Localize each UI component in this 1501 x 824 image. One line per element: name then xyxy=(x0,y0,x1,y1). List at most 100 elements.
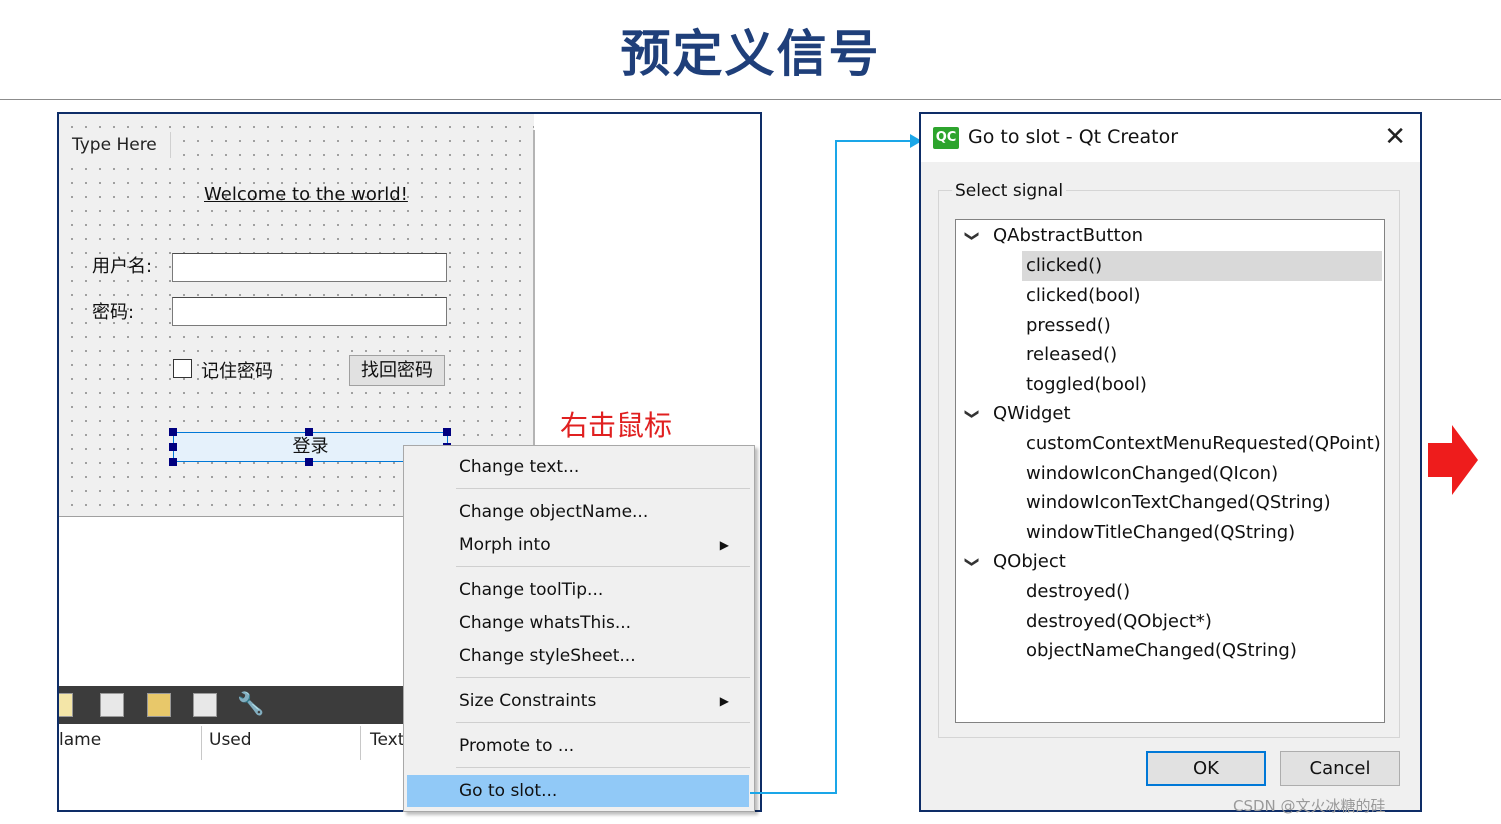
slide-title: 预定义信号 xyxy=(620,25,881,83)
password-label: 密码: xyxy=(92,302,135,323)
tree-item-signal[interactable]: toggled(bool) xyxy=(956,370,1382,400)
menu-item-label: Size Constraints xyxy=(459,691,597,711)
dialog-title: Go to slot - Qt Creator xyxy=(968,126,1179,148)
signal-label: windowTitleChanged(QString) xyxy=(1026,522,1296,543)
username-input[interactable] xyxy=(172,253,447,282)
welcome-label: Welcome to the world! xyxy=(204,184,408,205)
chevron-down-icon[interactable]: ❯ xyxy=(957,230,987,242)
connector-line xyxy=(835,140,837,794)
signal-label: pressed() xyxy=(1026,315,1111,336)
selection-handle[interactable] xyxy=(169,458,177,466)
context-menu: Change text... Change objectName... Morp… xyxy=(403,445,755,812)
selection-handle[interactable] xyxy=(443,428,451,436)
selection-handle[interactable] xyxy=(169,428,177,436)
menu-item-change-stylesheet[interactable]: Change styleSheet... xyxy=(407,640,749,672)
delete-icon[interactable] xyxy=(193,693,217,717)
menu-item-morph-into[interactable]: Morph into ▶ xyxy=(407,529,749,561)
selection-handle[interactable] xyxy=(305,428,313,436)
menu-item-change-whatsthis[interactable]: Change whatsThis... xyxy=(407,607,749,639)
remember-label: 记住密码 xyxy=(201,361,273,382)
go-to-slot-dialog: QC Go to slot - Qt Creator ✕ Select sign… xyxy=(919,112,1422,812)
signal-label: customContextMenuRequested(QPoint) xyxy=(1026,433,1381,454)
menu-item-label: Change whatsThis... xyxy=(459,613,632,633)
signal-tree[interactable]: ❯ QAbstractButton clicked() clicked(bool)… xyxy=(955,219,1385,723)
menu-item-promote-to[interactable]: Promote to ... xyxy=(407,730,749,762)
cancel-button[interactable]: Cancel xyxy=(1280,751,1400,786)
column-name[interactable]: lame xyxy=(59,730,101,750)
column-used[interactable]: Used xyxy=(209,730,252,750)
tree-item-signal[interactable]: pressed() xyxy=(956,311,1382,341)
tree-item-signal[interactable]: windowTitleChanged(QString) xyxy=(956,518,1382,548)
connector-line xyxy=(750,792,837,794)
menu-item-change-objectname[interactable]: Change objectName... xyxy=(407,496,749,528)
chevron-down-icon[interactable]: ❯ xyxy=(957,408,987,420)
signal-label: destroyed(QObject*) xyxy=(1026,611,1212,632)
signal-label: objectNameChanged(QString) xyxy=(1026,640,1297,661)
tree-item-signal[interactable]: objectNameChanged(QString) xyxy=(956,636,1382,666)
menu-separator xyxy=(456,677,750,678)
group-label: QObject xyxy=(993,551,1066,572)
password-input[interactable] xyxy=(172,297,447,326)
menu-separator xyxy=(456,488,750,489)
dialog-titlebar[interactable]: QC Go to slot - Qt Creator ✕ xyxy=(921,114,1420,162)
menu-item-label: Change toolTip... xyxy=(459,580,604,600)
menu-item-label: Promote to ... xyxy=(459,736,575,756)
signal-label: released() xyxy=(1026,344,1118,365)
qt-creator-icon: QC xyxy=(933,127,959,149)
watermark: CSDN @文火冰糖的硅 xyxy=(1233,797,1386,815)
tree-item-signal[interactable]: destroyed(QObject*) xyxy=(956,607,1382,637)
slide-divider xyxy=(0,99,1501,100)
menu-separator xyxy=(456,767,750,768)
tree-item-signal[interactable]: windowIconTextChanged(QString) xyxy=(956,488,1382,518)
menu-item-label: Change objectName... xyxy=(459,502,649,522)
tree-item-signal[interactable]: clicked(bool) xyxy=(956,281,1382,311)
signal-label: clicked() xyxy=(1026,255,1103,276)
tree-group-qobject[interactable]: ❯ QObject xyxy=(956,547,1382,577)
tree-group-qabstractbutton[interactable]: ❯ QAbstractButton xyxy=(956,221,1382,251)
wrench-icon[interactable]: 🔧 xyxy=(237,693,264,717)
signal-label: clicked(bool) xyxy=(1026,285,1141,306)
column-divider xyxy=(360,726,361,760)
signal-label: windowIconChanged(QIcon) xyxy=(1026,463,1279,484)
menu-separator xyxy=(456,566,750,567)
group-label: QWidget xyxy=(993,403,1071,424)
group-label: QAbstractButton xyxy=(993,225,1144,246)
submenu-arrow-icon: ▶ xyxy=(719,538,729,552)
menu-item-label: Change styleSheet... xyxy=(459,646,636,666)
selection-handle[interactable] xyxy=(169,443,177,451)
remember-checkbox[interactable] xyxy=(173,359,192,378)
object-inspector-toolbar: 🔧 xyxy=(59,686,409,724)
menu-item-change-tooltip[interactable]: Change toolTip... xyxy=(407,574,749,606)
settings-icon[interactable] xyxy=(147,693,171,717)
signal-label: windowIconTextChanged(QString) xyxy=(1026,492,1331,513)
right-click-hint: 右击鼠标 xyxy=(560,409,673,442)
ok-button[interactable]: OK xyxy=(1146,751,1266,786)
signal-label: toggled(bool) xyxy=(1026,374,1147,395)
column-text[interactable]: Text xyxy=(370,730,404,750)
selection-handle[interactable] xyxy=(305,458,313,466)
tree-item-signal[interactable]: released() xyxy=(956,340,1382,370)
connector-line xyxy=(835,140,911,142)
group-title: Select signal xyxy=(952,181,1067,201)
column-divider xyxy=(201,726,202,760)
signal-label: destroyed() xyxy=(1026,581,1131,602)
close-icon[interactable]: ✕ xyxy=(1384,122,1406,152)
tree-item-signal[interactable]: customContextMenuRequested(QPoint) xyxy=(956,429,1382,459)
menu-type-here[interactable]: Type Here xyxy=(59,132,171,158)
menu-item-label: Change text... xyxy=(459,457,580,477)
copy-icon[interactable] xyxy=(100,693,124,717)
username-label: 用户名: xyxy=(92,256,153,277)
menu-item-go-to-slot[interactable]: Go to slot... xyxy=(407,775,749,807)
menu-separator xyxy=(456,722,750,723)
tree-group-qwidget[interactable]: ❯ QWidget xyxy=(956,399,1382,429)
menu-item-size-constraints[interactable]: Size Constraints ▶ xyxy=(407,685,749,717)
tree-item-signal[interactable]: clicked() xyxy=(1022,251,1382,281)
chevron-down-icon[interactable]: ❯ xyxy=(957,556,987,568)
menu-item-label: Go to slot... xyxy=(459,781,558,801)
tree-item-signal[interactable]: windowIconChanged(QIcon) xyxy=(956,459,1382,489)
find-password-button[interactable]: 找回密码 xyxy=(349,355,445,386)
menu-item-label: Morph into xyxy=(459,535,551,555)
menu-item-change-text[interactable]: Change text... xyxy=(407,451,749,483)
tree-item-signal[interactable]: destroyed() xyxy=(956,577,1382,607)
folder-icon[interactable] xyxy=(59,693,73,717)
